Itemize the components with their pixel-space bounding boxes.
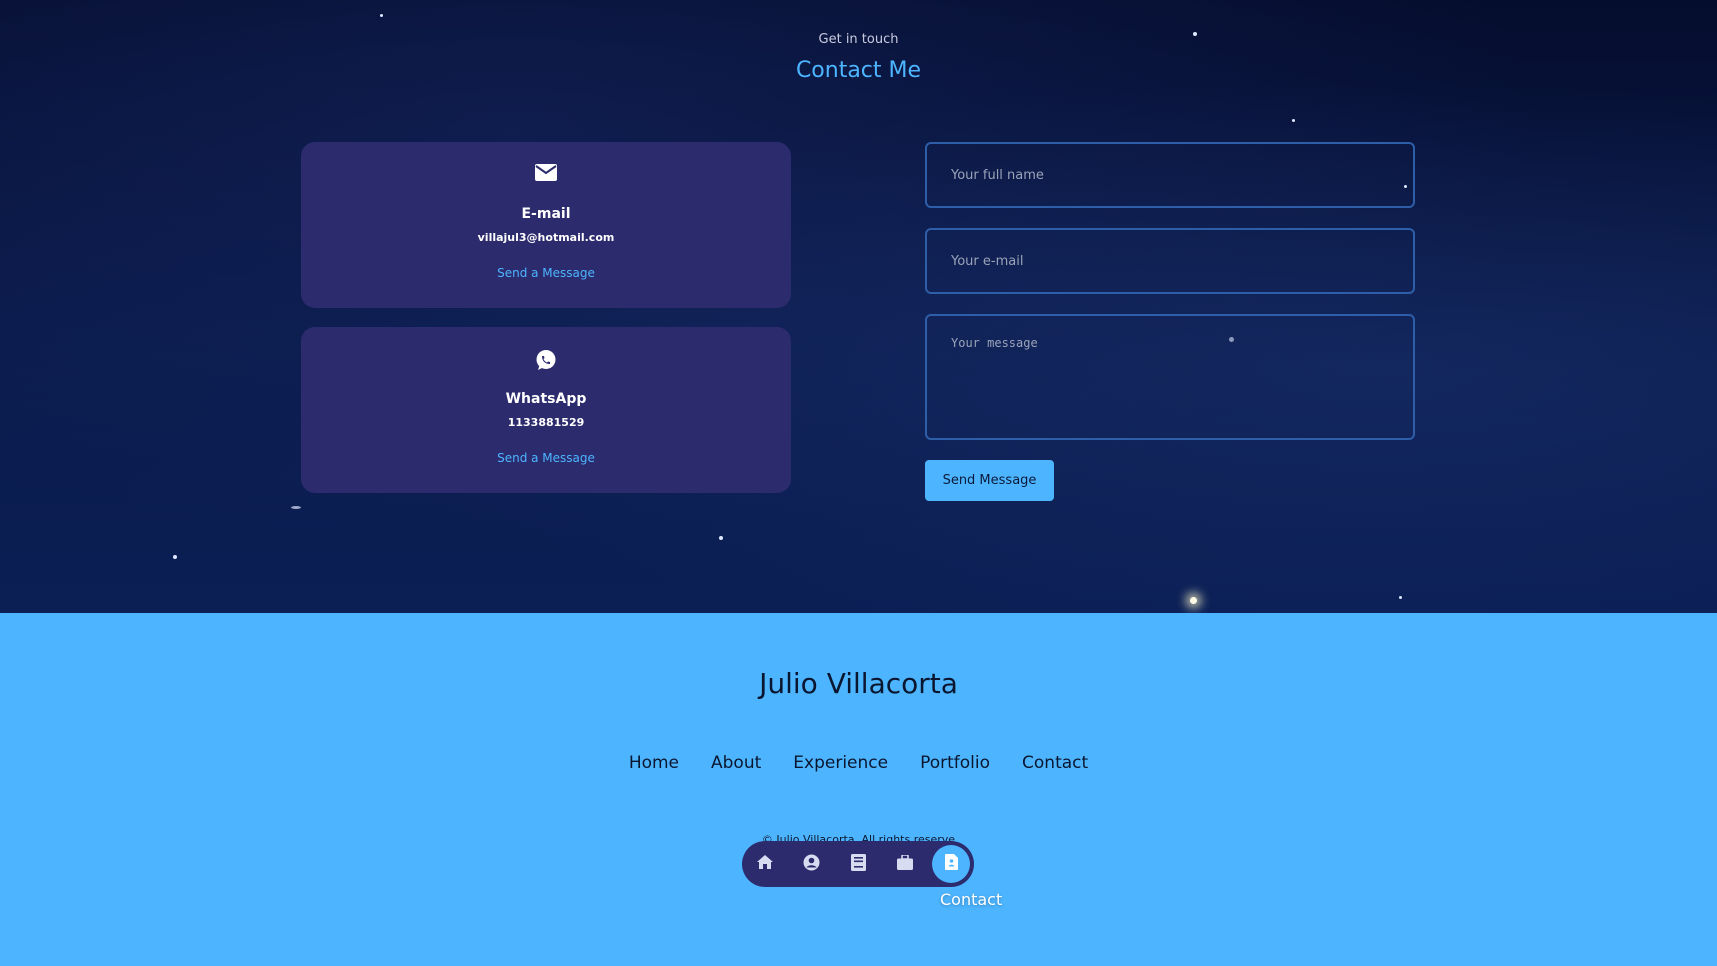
email-input[interactable] [925, 228, 1415, 294]
card-value: 1133881529 [507, 416, 585, 429]
footer-link-about[interactable]: About [711, 753, 761, 773]
nav-home-button[interactable] [746, 845, 784, 883]
briefcase-icon [897, 853, 913, 874]
footer-link-portfolio[interactable]: Portfolio [920, 753, 990, 773]
card-title: WhatsApp [505, 391, 587, 407]
footer-nav: Home About Experience Portfolio Contact [0, 753, 1717, 773]
bottom-nav [742, 841, 974, 887]
nav-portfolio-button[interactable] [886, 845, 924, 883]
email-card: E-mail villajul3@hotmail.com Send a Mess… [301, 142, 791, 308]
star-decoration [1292, 119, 1295, 122]
star-decoration [380, 14, 383, 17]
full-name-input[interactable] [925, 142, 1415, 208]
card-value: villajul3@hotmail.com [477, 231, 615, 244]
nav-about-button[interactable] [792, 845, 830, 883]
whatsapp-card: WhatsApp 1133881529 Send a Message [301, 327, 791, 493]
footer-link-experience[interactable]: Experience [793, 753, 888, 773]
contact-section: Get in touch Contact Me E-mail villajul3… [0, 0, 1717, 613]
section-title: Contact Me [795, 58, 922, 83]
star-decoration [1399, 596, 1402, 599]
user-circle-icon [803, 854, 820, 875]
send-message-button[interactable]: Send Message [925, 460, 1054, 501]
star-decoration [719, 536, 723, 540]
star-decoration [291, 506, 301, 509]
book-icon [850, 853, 866, 875]
home-icon [756, 854, 774, 874]
nav-contact-button[interactable] [932, 845, 970, 883]
mail-icon [301, 164, 791, 186]
nav-experience-button[interactable] [839, 845, 877, 883]
whatsapp-icon [301, 349, 791, 371]
contact-file-icon [944, 854, 958, 874]
footer-brand-name: Julio Villacorta [759, 667, 958, 700]
footer-link-contact[interactable]: Contact [1022, 753, 1088, 773]
send-message-link[interactable]: Send a Message [301, 451, 791, 465]
star-decoration [173, 555, 177, 559]
nav-tooltip: Contact [940, 890, 1003, 909]
message-textarea[interactable] [925, 314, 1415, 440]
card-title: E-mail [521, 206, 571, 222]
footer-link-home[interactable]: Home [629, 753, 679, 773]
section-subtitle: Get in touch [818, 32, 899, 47]
send-message-link[interactable]: Send a Message [301, 266, 791, 280]
star-decoration [1190, 597, 1197, 604]
